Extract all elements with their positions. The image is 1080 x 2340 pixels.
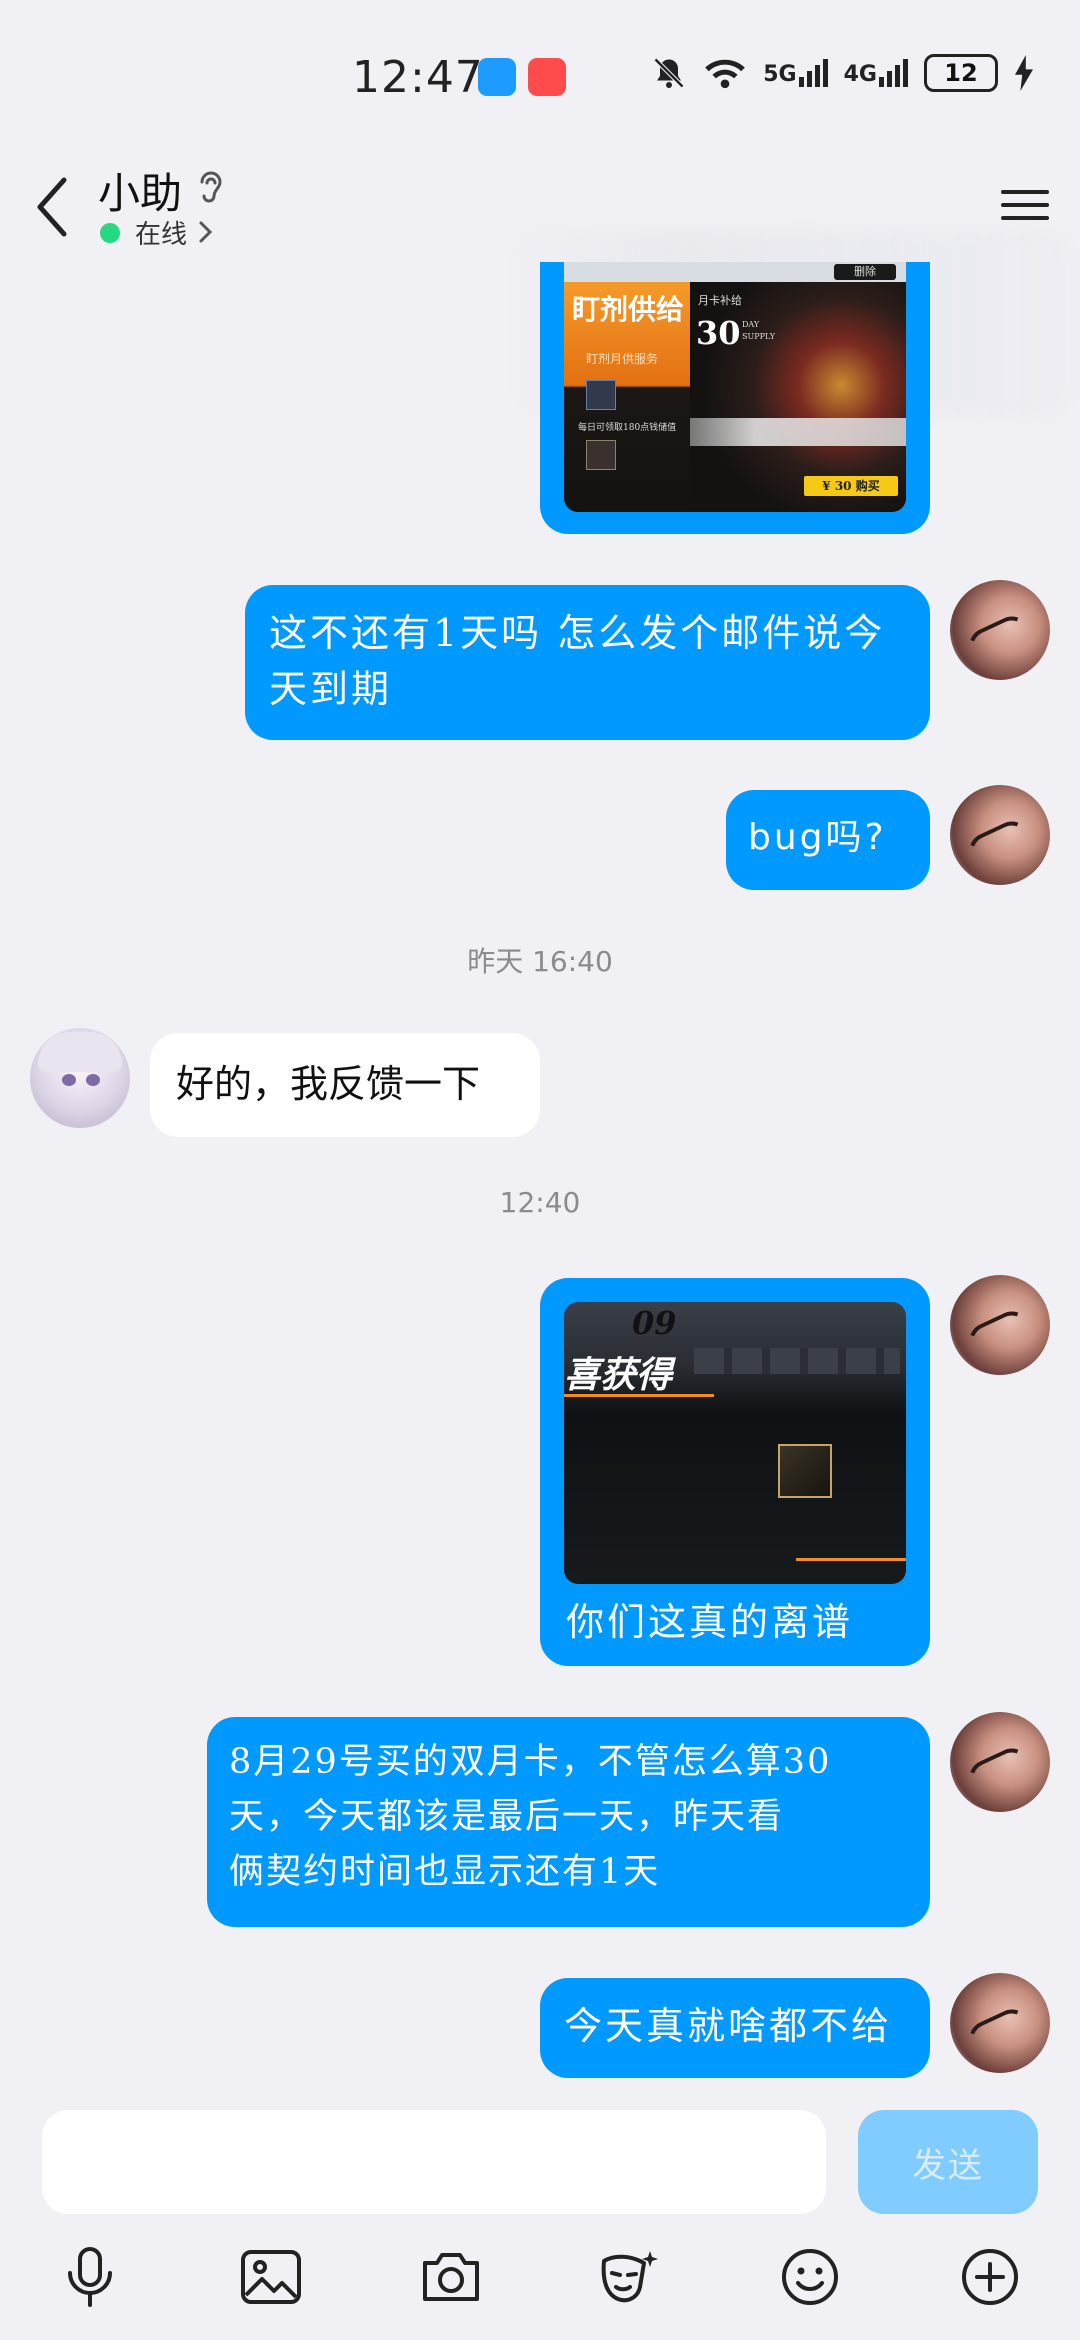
message-text-line: 天到期 xyxy=(269,667,393,711)
image-icon xyxy=(241,2250,301,2304)
message-timestamp: 12:40 xyxy=(499,1186,581,1219)
microphone-icon xyxy=(68,2247,112,2307)
promo-subtitle: 盯剂月供服务 xyxy=(586,352,659,366)
delete-chip: 删除 xyxy=(834,264,896,280)
send-button[interactable]: 发送 xyxy=(858,2110,1038,2214)
emoji-button[interactable] xyxy=(775,2242,845,2312)
charging-icon xyxy=(1014,55,1034,91)
orange-line xyxy=(796,1558,906,1561)
my-avatar[interactable] xyxy=(950,1712,1050,1812)
avatar-hair xyxy=(38,1032,122,1072)
online-status-label[interactable]: 在线 xyxy=(135,214,187,251)
photo-button[interactable] xyxy=(236,2242,306,2312)
wifi-icon xyxy=(703,55,747,91)
message-bubble-outgoing[interactable]: 今天真就啥都不给 xyxy=(540,1978,930,2078)
clock: 12:47 xyxy=(352,52,484,103)
message-input[interactable] xyxy=(42,2110,826,2214)
input-bar: 发送 xyxy=(0,2092,1080,2340)
buy-button: ¥ 30 购买 xyxy=(804,476,898,496)
reward-item xyxy=(778,1444,832,1498)
message-bubble-outgoing[interactable]: 8月29号买的双月卡，不管怎么算30 天，今天都该是最后一天，昨天看 俩契约时间… xyxy=(207,1717,930,1927)
message-bubble-outgoing[interactable]: bug吗? xyxy=(726,790,930,890)
battery-indicator: 12 xyxy=(924,54,998,92)
status-icons: 5G 4G 12 xyxy=(651,54,1034,92)
voice-button[interactable] xyxy=(55,2242,125,2312)
message-text-line: 天，今天都该是最后一天，昨天看 xyxy=(229,1797,785,1837)
my-avatar[interactable] xyxy=(950,1973,1050,2073)
camera-icon xyxy=(423,2253,479,2301)
app-notification-icon xyxy=(478,58,516,96)
mute-bell-icon xyxy=(651,55,687,91)
promo-thumb-2 xyxy=(586,440,616,470)
message-text-line: 这不还有1天吗 怎么发个邮件说今 xyxy=(269,611,886,655)
mask-sticker-icon xyxy=(601,2251,658,2303)
banner-underline xyxy=(564,1394,714,1397)
message-text: 好的，我反馈一下 xyxy=(176,1062,481,1106)
my-avatar[interactable] xyxy=(950,580,1050,680)
image-message-bubble[interactable]: 删除 盯剂供给 盯剂月供服务 每日可领取180点钱储值 月卡补给 30 DAY … xyxy=(540,262,930,534)
back-button[interactable] xyxy=(30,172,80,242)
message-bubble-incoming[interactable]: 好的，我反馈一下 xyxy=(150,1033,540,1137)
promo-thumb xyxy=(586,380,616,410)
message-timestamp: 昨天 16:40 xyxy=(467,945,613,978)
sticker-button[interactable] xyxy=(595,2242,665,2312)
message-bubble-outgoing[interactable]: 这不还有1天吗 怎么发个邮件说今 天到期 xyxy=(245,585,930,740)
game-store-screenshot[interactable]: 删除 盯剂供给 盯剂月供服务 每日可领取180点钱储值 月卡补给 30 DAY … xyxy=(564,262,906,512)
signal-5g: 5G xyxy=(763,59,828,87)
shelf-strip xyxy=(690,418,906,446)
smiley-icon xyxy=(782,2249,838,2305)
reward-number: 09 xyxy=(632,1304,677,1342)
reward-slots xyxy=(694,1348,900,1374)
reward-banner: 喜获得 xyxy=(564,1354,673,1396)
message-text-line: 俩契约时间也显示还有1天 xyxy=(229,1852,661,1892)
camera-button[interactable] xyxy=(416,2242,486,2312)
image-message-bubble[interactable]: 09 喜获得 你们这真的离谱 xyxy=(540,1278,930,1666)
chevron-right-icon[interactable] xyxy=(198,220,214,248)
game-reward-screenshot[interactable]: 09 喜获得 xyxy=(564,1302,906,1584)
supply-unit-top: DAY xyxy=(742,320,760,329)
plus-circle-icon xyxy=(962,2249,1018,2305)
signal-4g: 4G xyxy=(844,59,908,87)
promo-title: 盯剂供给 xyxy=(572,293,685,326)
ear-icon[interactable] xyxy=(196,168,226,212)
app-notification-icon-2 xyxy=(528,58,566,96)
message-text-line: 8月29号买的双月卡，不管怎么算30 xyxy=(229,1742,832,1782)
back-arrow-icon xyxy=(37,177,67,237)
month-label: 月卡补给 xyxy=(698,294,742,307)
supply-number: 30 xyxy=(696,314,741,352)
status-bar: 12:47 5G 4G 12 xyxy=(0,0,1080,150)
supply-unit-bottom: SUPPLY xyxy=(742,332,776,341)
more-button[interactable] xyxy=(955,2242,1025,2312)
message-text: 今天真就啥都不给 xyxy=(564,2004,893,2048)
message-text: bug吗? xyxy=(748,817,887,858)
online-status-dot xyxy=(100,223,120,243)
image-caption: 你们这真的离谱 xyxy=(566,1600,854,1644)
chat-header: 小助 在线 xyxy=(0,150,1080,415)
contact-name[interactable]: 小助 xyxy=(98,160,182,221)
avatar-eye xyxy=(62,1074,76,1086)
hamburger-menu-icon xyxy=(1001,190,1049,220)
menu-button[interactable] xyxy=(1000,180,1050,230)
my-avatar[interactable] xyxy=(950,1275,1050,1375)
avatar-eye xyxy=(86,1074,100,1086)
contact-avatar[interactable] xyxy=(30,1028,130,1128)
my-avatar[interactable] xyxy=(950,785,1050,885)
promo-item: 每日可领取180点钱储值 xyxy=(578,423,677,433)
